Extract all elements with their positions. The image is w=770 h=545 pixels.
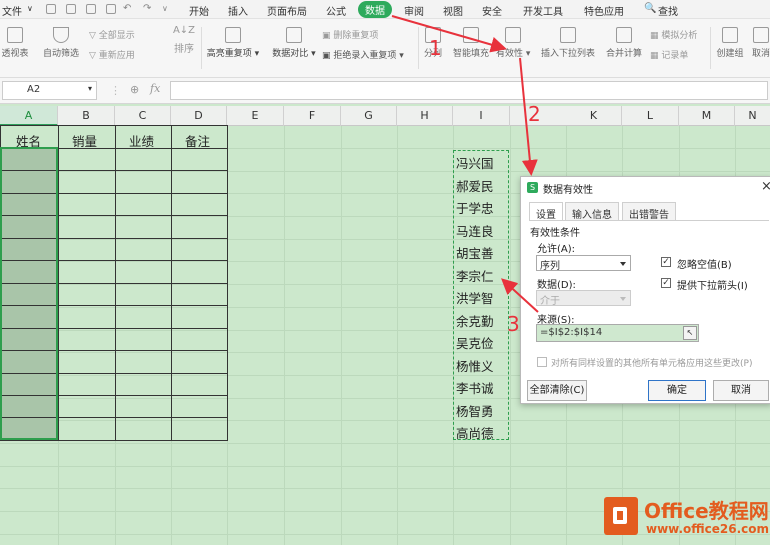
step-2-label: 2 (528, 102, 541, 126)
step-1-label: 1 (429, 36, 442, 60)
annotation-arrows: 1 2 3 (391, 15, 541, 336)
arrow-1 (391, 15, 507, 53)
arrow-3 (501, 278, 539, 313)
office-logo-icon (604, 497, 638, 535)
logo-brand: Office教程网 (644, 499, 769, 523)
step-3-label: 3 (507, 312, 520, 336)
office26-logo: Office教程网 www.office26.com (604, 491, 769, 541)
logo-url: www.office26.com (646, 522, 770, 536)
